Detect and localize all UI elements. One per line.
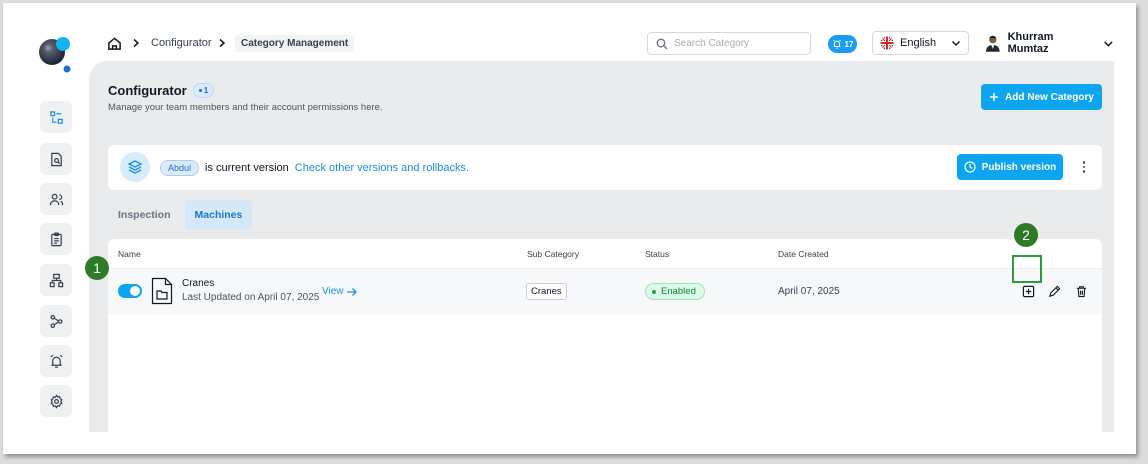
main-content: Configurator 1 Manage your team members …	[89, 61, 1114, 432]
sidebar-item-users[interactable]	[40, 183, 72, 215]
home-link[interactable]	[107, 25, 122, 61]
language-select[interactable]: English	[872, 31, 969, 55]
breadcrumb-item-configurator[interactable]: Configurator	[151, 25, 212, 61]
step-marker-1: 1	[85, 256, 109, 280]
tab-bar: Inspection Machines	[108, 200, 253, 230]
status-badge: Enabled	[645, 283, 705, 300]
highlight-box	[1012, 255, 1042, 283]
add-subitem-button[interactable]	[1018, 281, 1038, 301]
search-icon	[656, 38, 668, 49]
workflow-icon	[49, 314, 63, 328]
sidebar-item-workflow[interactable]	[40, 305, 72, 337]
sub-category-chip: Cranes	[526, 283, 567, 300]
clipboard-icon	[50, 232, 62, 246]
version-bar: Abdul is current version Check other ver…	[108, 145, 1102, 190]
arrow-right-icon	[346, 287, 357, 296]
edit-button[interactable]	[1044, 281, 1064, 301]
row-updated: Last Updated on April 07, 2025	[182, 292, 320, 303]
notification-count: 17	[844, 39, 854, 49]
version-text: is current version	[205, 161, 289, 174]
column-header-date-created: Date Created	[778, 249, 829, 259]
status-label: Enabled	[661, 286, 696, 297]
tab-machines[interactable]: Machines	[184, 200, 253, 230]
document-search-icon	[50, 152, 62, 166]
chevron-down-icon	[1104, 40, 1113, 47]
uk-flag-icon	[880, 36, 894, 50]
sidebar	[27, 25, 85, 432]
chevron-down-icon	[951, 40, 961, 47]
column-header-name: Name	[118, 249, 141, 259]
count-badge-value: 1	[203, 86, 209, 95]
plus-square-icon	[1022, 285, 1034, 297]
page-subtitle: Manage your team members and their accou…	[108, 102, 383, 113]
version-history-link[interactable]: Check other versions and rollbacks.	[295, 162, 469, 174]
pencil-icon	[1048, 285, 1060, 297]
breadcrumb-current-label: Category Management	[235, 34, 355, 52]
sidebar-item-settings[interactable]	[40, 385, 72, 417]
home-icon	[108, 36, 121, 50]
trash-icon	[1076, 285, 1086, 297]
screenshot-frame: Configurator Category Management 17	[3, 3, 1136, 454]
folder-file-icon	[151, 277, 173, 305]
hierarchy-icon	[49, 273, 63, 287]
breadcrumb-current: Category Management	[235, 25, 355, 61]
publish-version-label: Publish version	[981, 161, 1057, 173]
more-options-icon[interactable]	[1080, 158, 1088, 176]
version-name-chip: Abdul	[160, 159, 200, 176]
user-menu[interactable]: Khurram Mumtaz	[985, 31, 1114, 55]
column-header-sub-category: Sub Category	[527, 249, 579, 259]
page-header: Configurator 1	[108, 83, 215, 98]
alarm-icon	[50, 354, 62, 368]
clock-icon	[964, 161, 976, 173]
table-row: Cranes Last Updated on April 07, 2025 Vi…	[108, 268, 1102, 314]
language-label: English	[900, 37, 937, 49]
search-box[interactable]	[647, 32, 811, 55]
column-header-status: Status	[645, 249, 670, 259]
count-badge: 1	[192, 83, 215, 98]
category-table: Name Sub Category Status Date Created Cr…	[108, 239, 1102, 432]
user-name: Khurram Mumtaz	[1007, 31, 1054, 55]
row-date-created: April 07, 2025	[778, 286, 840, 297]
badge-dot-icon	[198, 89, 202, 92]
page-title: Configurator	[108, 83, 187, 98]
plus-icon	[990, 93, 999, 101]
publish-version-button[interactable]: Publish version	[957, 154, 1063, 180]
notifications-button[interactable]: 17	[828, 35, 857, 53]
avatar	[985, 35, 1000, 52]
sidebar-item-reports[interactable]	[40, 143, 72, 175]
delete-button[interactable]	[1071, 281, 1091, 301]
app-window: Configurator Category Management 17	[27, 25, 1114, 432]
diagram-icon	[49, 110, 63, 124]
sidebar-item-hierarchy[interactable]	[40, 264, 72, 296]
tab-inspection[interactable]: Inspection	[108, 200, 181, 230]
gear-icon	[49, 393, 63, 409]
view-link[interactable]: View	[322, 286, 357, 297]
version-info: Abdul is current version Check other ver…	[160, 145, 469, 190]
breadcrumb-separator-icon	[131, 25, 141, 61]
top-bar: Configurator Category Management 17	[85, 25, 1114, 61]
status-dot-icon	[652, 289, 656, 294]
users-icon	[49, 193, 63, 205]
breadcrumb-separator-icon	[217, 25, 227, 61]
sidebar-item-tasks[interactable]	[40, 223, 72, 255]
search-input[interactable]	[674, 38, 804, 49]
app-logo	[39, 37, 71, 73]
add-new-category-label: Add New Category	[1005, 91, 1094, 103]
step-marker-2: 2	[1014, 223, 1038, 247]
view-link-label: View	[322, 286, 344, 297]
bell-icon	[832, 39, 841, 49]
sidebar-item-alerts[interactable]	[40, 345, 72, 377]
add-new-category-button[interactable]: Add New Category	[981, 84, 1102, 110]
enable-toggle[interactable]	[118, 284, 142, 298]
row-name: Cranes	[182, 278, 215, 289]
layers-icon	[120, 152, 150, 182]
sidebar-item-dashboard[interactable]	[40, 101, 72, 133]
